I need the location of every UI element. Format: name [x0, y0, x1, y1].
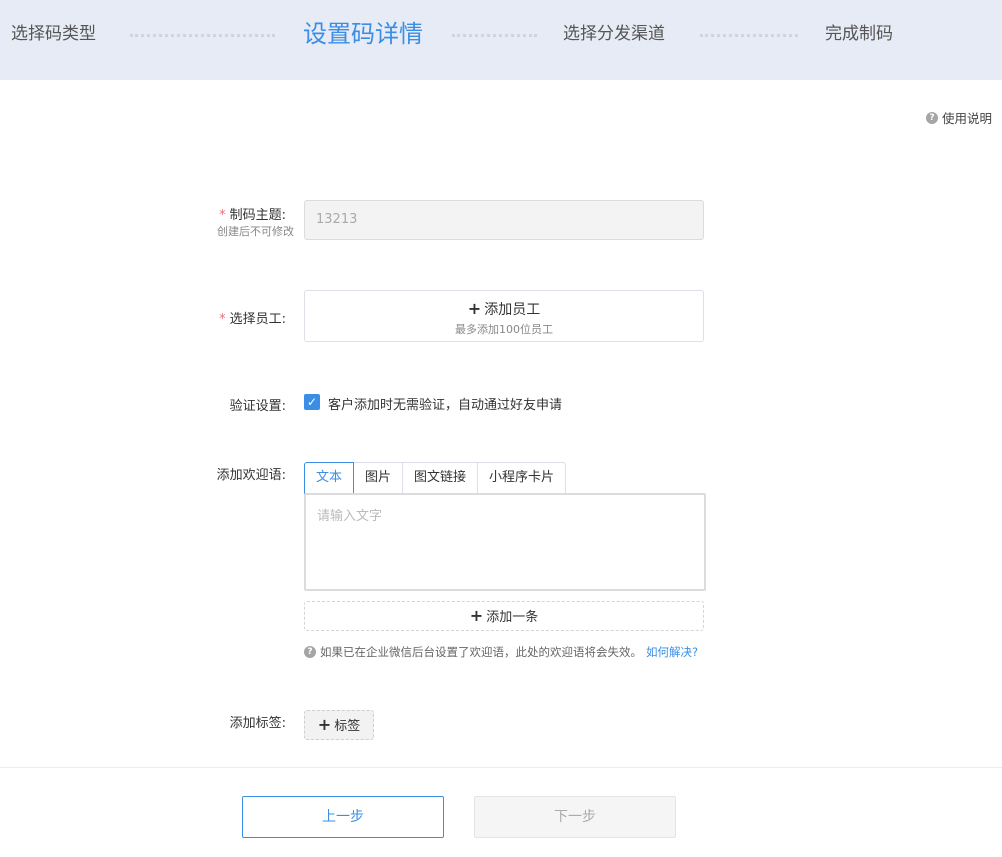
- plus-icon: +: [467, 299, 482, 318]
- add-welcome-item-label: 添加一条: [486, 610, 539, 625]
- add-staff-main: + 添加员工: [305, 299, 703, 319]
- add-staff-hint: 最多添加100位员工: [455, 323, 553, 336]
- tab-image-text-link[interactable]: 图文链接: [403, 462, 479, 494]
- step-set-code-details[interactable]: 设置码详情: [303, 0, 423, 68]
- tab-image[interactable]: 图片: [354, 462, 404, 494]
- required-mark: *: [219, 312, 226, 327]
- step-connector: [452, 34, 537, 37]
- step-connector: [130, 34, 275, 37]
- step-choose-distribution-channel[interactable]: 选择分发渠道: [563, 0, 665, 68]
- next-step-button[interactable]: 下一步: [474, 796, 676, 838]
- subject-sublabel: 创建后不可修改: [217, 225, 294, 238]
- usage-help-link[interactable]: ? 使用说明: [925, 108, 992, 127]
- tab-text[interactable]: 文本: [304, 462, 355, 494]
- auto-accept-checkbox-label[interactable]: 客户添加时无需验证，自动通过好友申请: [328, 394, 562, 413]
- usage-help-label: 使用说明: [941, 111, 992, 126]
- plus-icon: +: [469, 606, 484, 625]
- required-mark: *: [219, 208, 226, 223]
- question-icon: ?: [925, 111, 938, 124]
- add-staff-label: 添加员工: [484, 302, 541, 318]
- tags-label: 添加标签:: [229, 716, 286, 731]
- add-welcome-item-button[interactable]: + 添加一条: [304, 601, 704, 631]
- welcome-type-tabs: 文本 图片 图文链接 小程序卡片: [304, 462, 567, 494]
- step-progress-bar: 选择码类型 设置码详情 选择分发渠道 完成制码: [0, 0, 1002, 80]
- welcome-tip: ? 如果已在企业微信后台设置了欢迎语，此处的欢迎语将会失效。 如何解决?: [304, 644, 698, 660]
- step-choose-code-type[interactable]: 选择码类型: [11, 0, 96, 68]
- tab-miniprogram-card[interactable]: 小程序卡片: [478, 462, 567, 494]
- auto-accept-checkbox[interactable]: ✓: [304, 394, 320, 410]
- welcome-tip-text: 如果已在企业微信后台设置了欢迎语，此处的欢迎语将会失效。: [320, 645, 642, 659]
- subject-label: * 制码主题:: [219, 208, 286, 223]
- welcome-label: 添加欢迎语:: [216, 468, 286, 483]
- subject-input: 13213: [304, 200, 704, 240]
- previous-step-button[interactable]: 上一步: [242, 796, 444, 838]
- plus-icon: +: [317, 715, 332, 734]
- add-tag-button[interactable]: + 标签: [304, 710, 374, 740]
- verify-label: 验证设置:: [229, 399, 286, 414]
- add-tag-label: 标签: [334, 719, 361, 734]
- question-icon: ?: [304, 646, 316, 658]
- step-finish[interactable]: 完成制码: [825, 0, 893, 68]
- footer-divider: [0, 767, 1002, 768]
- how-to-resolve-link[interactable]: 如何解决?: [646, 644, 698, 660]
- add-staff-button[interactable]: + 添加员工 最多添加100位员工: [304, 290, 704, 342]
- staff-label: * 选择员工:: [219, 312, 286, 327]
- step-connector: [700, 34, 798, 37]
- welcome-text-input[interactable]: 请输入文字: [304, 493, 706, 591]
